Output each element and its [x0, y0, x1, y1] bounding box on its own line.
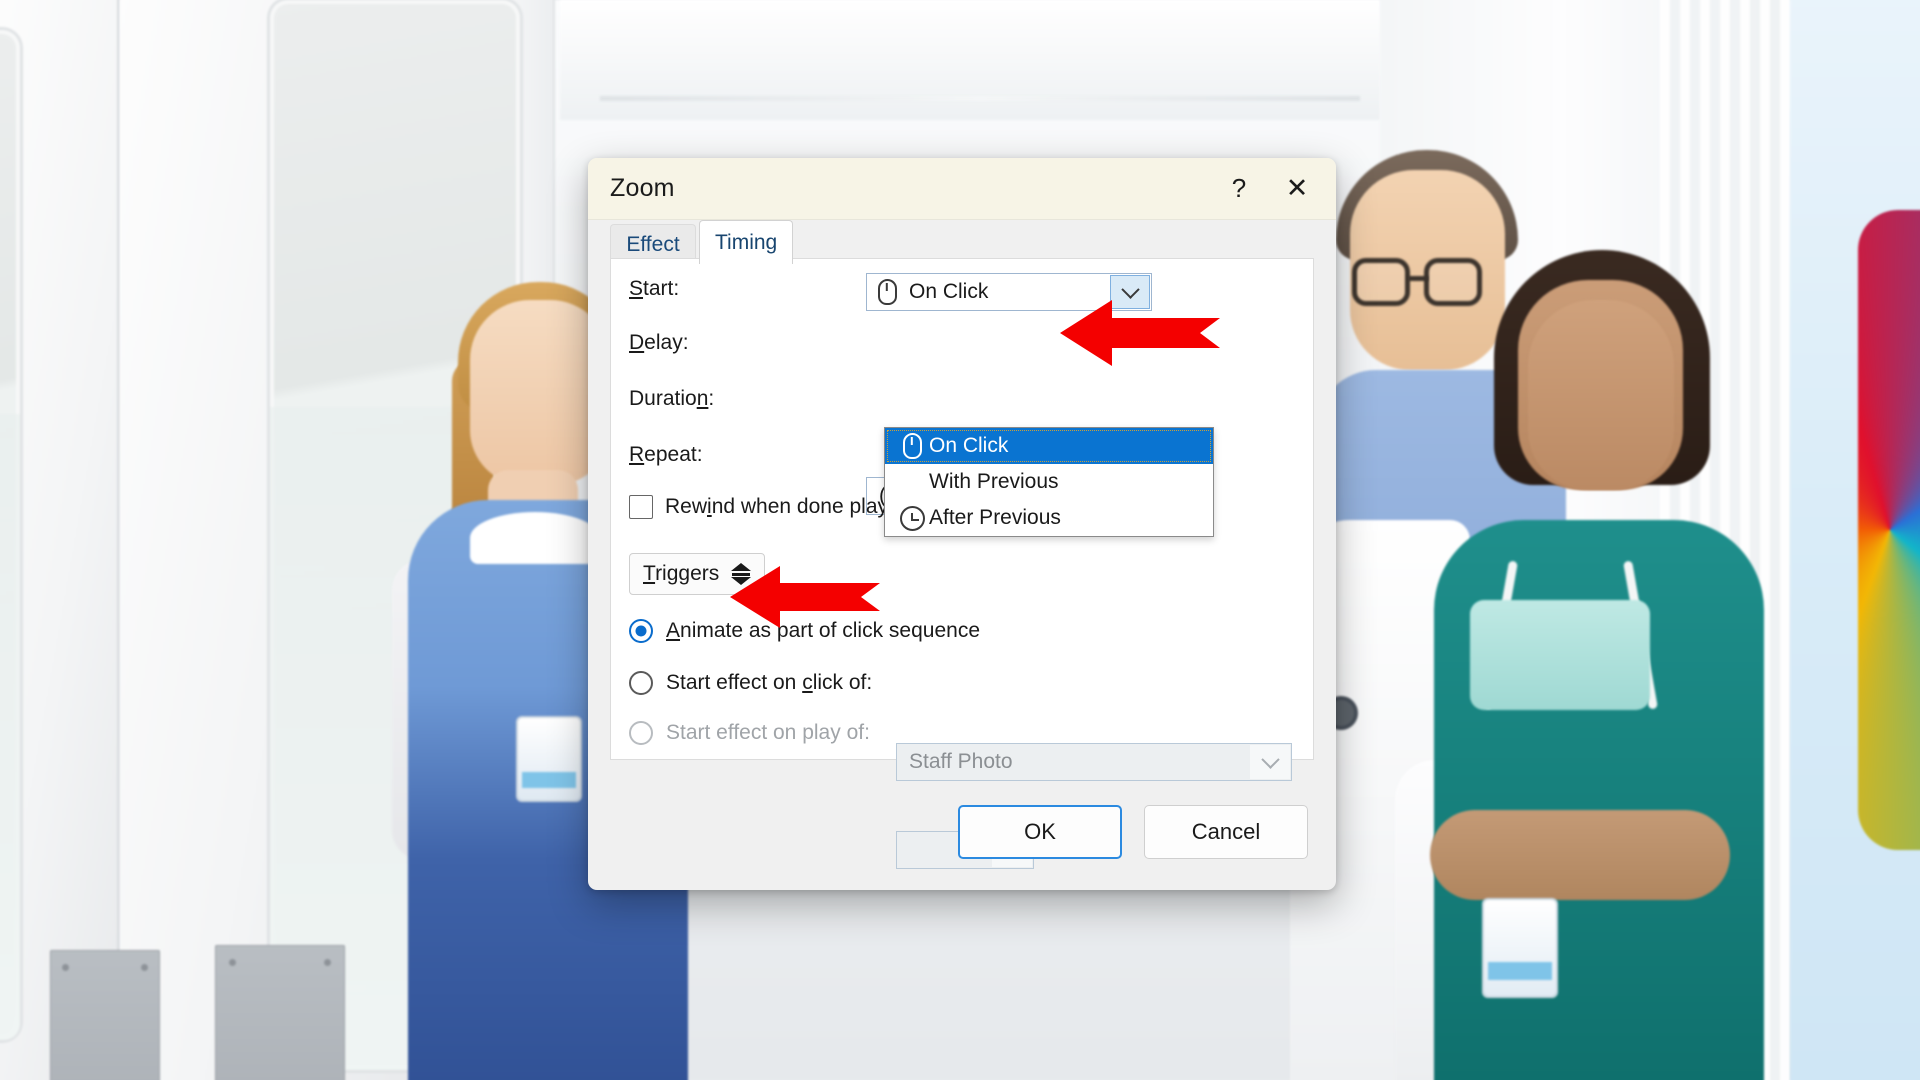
annotation-arrow-start-dropdown	[1060, 300, 1220, 366]
start-on-click-row[interactable]: Start effect on click of:	[629, 671, 872, 695]
surgical-mask	[1470, 600, 1650, 710]
corridor-door-right	[120, 0, 520, 1080]
dialog-footer: OK Cancel	[588, 774, 1336, 890]
door-kickplate-left	[50, 950, 160, 1080]
door-kickplate-right	[215, 945, 345, 1080]
start-label: Start:	[629, 277, 680, 300]
start-option-on-click[interactable]: On Click	[885, 428, 1213, 464]
start-option-label: On Click	[929, 434, 1009, 457]
delay-label: Delay:	[629, 331, 689, 354]
dialog-titlebar: Zoom ? ✕	[588, 158, 1336, 220]
badge-stripe	[522, 772, 576, 788]
duration-label: Duration:	[629, 387, 715, 410]
duration-row: Duration:	[629, 387, 714, 411]
start-option-with-previous[interactable]: With Previous	[885, 464, 1213, 500]
close-icon[interactable]: ✕	[1268, 158, 1326, 220]
rewind-label: Rewind when done playing	[665, 495, 917, 518]
delay-row: Delay:	[629, 331, 689, 355]
ceiling	[560, 0, 1380, 120]
triggers-label: Triggers	[643, 562, 720, 585]
tab-timing[interactable]: Timing	[699, 220, 794, 264]
start-dropdown-list[interactable]: On Click With Previous After Previous	[884, 427, 1214, 537]
glasses-icon	[1352, 258, 1410, 306]
ok-button[interactable]: OK	[958, 805, 1122, 859]
person-teal-nurse-face	[1528, 300, 1674, 490]
wall-art	[1858, 210, 1920, 850]
start-on-play-row: Start effect on play of:	[629, 721, 870, 745]
person-teal-nurse-badge	[1484, 900, 1556, 996]
annotation-arrow-triggers	[730, 566, 880, 628]
start-on-click-radio[interactable]	[629, 671, 653, 695]
start-option-after-previous[interactable]: After Previous	[885, 500, 1213, 536]
rewind-checkbox-row[interactable]: Rewind when done playing	[629, 495, 916, 519]
start-row: Start:	[629, 277, 679, 301]
start-on-click-target-value: Staff Photo	[909, 750, 1013, 773]
start-option-label: With Previous	[929, 470, 1059, 493]
help-icon[interactable]: ?	[1210, 158, 1268, 220]
cancel-button[interactable]: Cancel	[1144, 805, 1308, 859]
mouse-icon	[895, 433, 929, 459]
dialog-title: Zoom	[610, 174, 675, 202]
clock-icon	[895, 505, 929, 531]
repeat-row: Repeat:	[629, 443, 703, 467]
badge-stripe	[1488, 962, 1552, 980]
person-teal-nurse-arms	[1430, 810, 1730, 900]
rewind-checkbox[interactable]	[629, 495, 653, 519]
corridor-door-left	[0, 0, 120, 1080]
frosted-glass	[0, 413, 20, 1040]
start-on-play-radio	[629, 721, 653, 745]
repeat-label: Repeat:	[629, 443, 703, 466]
animate-click-sequence-radio[interactable]	[629, 619, 653, 643]
person-blonde-nurse-collar	[470, 512, 600, 564]
ceiling-light-strip	[600, 96, 1360, 101]
glasses-bridge	[1408, 276, 1428, 281]
start-dropdown-value: On Click	[909, 280, 989, 303]
start-on-click-label: Start effect on click of:	[666, 671, 873, 694]
mouse-icon	[867, 279, 907, 305]
start-option-label: After Previous	[929, 506, 1061, 529]
start-on-play-label: Start effect on play of:	[666, 721, 870, 744]
zoom-effect-options-dialog: Zoom ? ✕ Effect Timing Start: On Click D…	[588, 158, 1336, 890]
glasses-icon	[1424, 258, 1482, 306]
door-window-left	[0, 30, 20, 1040]
